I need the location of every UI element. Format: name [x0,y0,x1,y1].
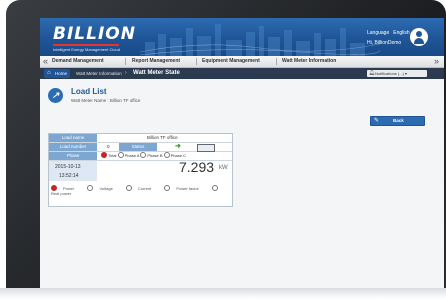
radio-icon [164,185,171,191]
load-panel: Load name Billion TF office Load number … [48,133,233,207]
app-screen: BILLION Intelligent Energy Management Cl… [40,18,444,288]
phase-b[interactable]: Phase B [140,152,163,158]
phase-label: Phase [49,152,97,160]
back-label: Back [393,118,404,123]
phase-c-label: Phase C [170,153,186,158]
nav-item-equipment[interactable]: Equipment Management [202,56,260,67]
home-label: Home [55,71,68,76]
metric-options: Power Voltage Current Power factor Real … [51,185,232,196]
user-body-icon [414,38,424,44]
radio-icon [140,152,147,158]
radio-icon [101,152,107,158]
metric-power-factor[interactable]: Power factor [164,185,204,191]
bell-icon: 🔔︎ [369,70,376,76]
app-header: BILLION Intelligent Energy Management Cl… [40,18,444,56]
user-head-icon [416,31,422,37]
radio-icon [87,185,94,191]
metric-current[interactable]: Current [125,185,157,191]
metric-current-label: Current [137,186,152,191]
radio-icon [163,152,170,158]
row-load-number: Load number 0 Status ➜ [49,143,232,152]
avatar[interactable] [410,28,428,46]
radio-icon [125,185,132,191]
metric-voltage-label: Voltage [99,186,113,191]
timestamp-block: 2015-10-13 13:52:14 [49,161,97,181]
breadcrumb-home[interactable]: ⌂ Home [44,69,70,78]
breadcrumb-separator-icon: › [125,70,127,76]
reading-date: 2015-10-13 [55,164,81,170]
status-arrow-icon: ➜ [175,143,181,150]
row-load-name: Load name Billion TF office [49,134,232,143]
nav-item-report[interactable]: Report Management [132,56,180,67]
billion-logo[interactable]: BILLION [53,24,136,44]
nav-divider [196,58,197,65]
language-value: English [393,30,410,36]
main-content: ↗ Load List Watt Meter Name : Billion TF… [40,79,444,288]
meter-status-icon[interactable] [197,144,215,152]
phase-total[interactable]: Total [101,152,117,158]
load-number-value: 0 [107,144,110,149]
nav-divider [125,58,126,65]
breadcrumb-watt-meter-info[interactable]: Watt Meter Information [76,68,122,79]
home-icon: ⌂ [47,70,51,76]
breadcrumb-current: Watt Meter State [133,70,180,76]
power-value: 7.293 [179,159,215,175]
load-number-label: Load number [49,143,97,151]
notifications-button[interactable]: 🔔︎ Notifications (...) ▾ [367,70,427,77]
load-name-label: Load name [49,134,97,142]
phase-b-label: Phase B [147,153,163,158]
nav-left-arrow-icon[interactable]: « [43,56,48,67]
breadcrumb: ⌂ Home Watt Meter Information › Watt Met… [40,68,444,79]
radio-icon [117,152,124,158]
phase-options: Total Phase A Phase B Phase C [101,152,186,160]
user-greeting[interactable]: Hi, BillionDemo [367,40,401,46]
nav-divider [276,58,277,65]
nav-item-watt-meter[interactable]: Watt Meter Information [282,56,336,67]
radio-icon [212,185,218,191]
metric-power-factor-label: Power factor [176,186,199,191]
device-bottom-edge [0,288,446,299]
page-icon: ↗ [48,88,63,103]
metric-voltage[interactable]: Voltage [87,185,118,191]
phase-total-label: Total [108,153,117,158]
language-selector[interactable]: Language English [367,30,410,36]
logo-tagline: Intelligent Energy Management Cloud [53,47,120,52]
reading-time: 13:52:14 [59,173,79,179]
page-title: Load List [71,87,107,96]
language-label: Language [367,30,390,36]
main-nav: « Demand Management Report Management Eq… [40,56,444,68]
status-label: Status [119,143,157,151]
back-arrow-icon: ✎ [374,118,380,124]
back-button[interactable]: ✎ Back [370,116,425,126]
nav-right-arrow-icon[interactable]: » [434,56,439,67]
phase-c[interactable]: Phase C [163,152,186,158]
metric-real-power-label: Real power [51,191,72,196]
skyline-illustration [140,24,380,56]
phase-a[interactable]: Phase A [117,152,140,158]
logo-underline [53,44,119,46]
power-unit: kW [219,165,228,171]
load-name-value: Billion TF office [147,135,178,140]
nav-item-demand[interactable]: Demand Management [52,56,104,67]
notifications-label: Notifications (...) [375,71,404,76]
phase-a-label: Phase A [124,153,140,158]
page-subtitle: Watt Meter Name : Billion TF office [71,98,141,103]
